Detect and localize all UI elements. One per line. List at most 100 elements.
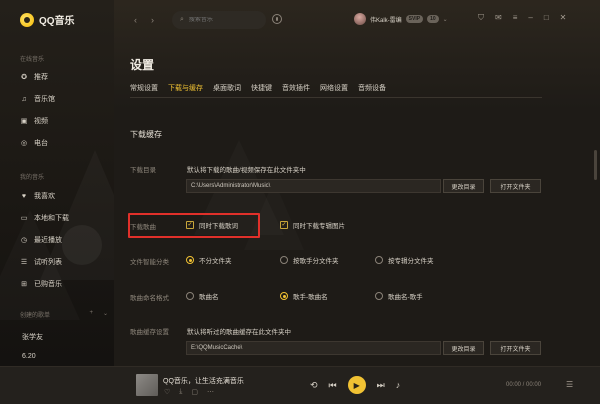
- sidebar-item-video[interactable]: ▣ 视频: [20, 114, 110, 128]
- window-controls: ⛉ ✉ ≡ – □ ✕: [478, 13, 566, 23]
- created-playlists-title: 创建的歌单: [20, 313, 51, 319]
- playback-controls: ⟲ ⏮ ▶ ⏭ ♪: [310, 376, 400, 394]
- radio-unselected-icon: [280, 256, 288, 264]
- play-button[interactable]: ▶: [347, 376, 366, 394]
- radio-by-album[interactable]: 按专辑分文件夹: [375, 255, 434, 265]
- section-title: 下载缓存: [130, 130, 162, 139]
- vip-badge[interactable]: SVIP: [405, 15, 424, 23]
- radio-by-singer[interactable]: 按歌手分文件夹: [280, 255, 339, 265]
- radio-song-singer[interactable]: 歌曲名-歌手: [375, 291, 423, 301]
- sidebar-item-music-hall[interactable]: ♫ 音乐馆: [20, 92, 110, 106]
- sidebar-item-label: 试听列表: [34, 259, 62, 266]
- comment-icon[interactable]: ▢: [191, 388, 198, 396]
- shirt-icon[interactable]: ⛉: [478, 13, 484, 23]
- level-badge[interactable]: 10: [427, 15, 439, 23]
- open-download-folder-button[interactable]: 打开文件夹: [490, 179, 541, 193]
- tab-audio-device[interactable]: 音频设备: [358, 83, 386, 98]
- download-dir-label: 下载目录: [130, 167, 156, 174]
- sidebar-item-label: 我喜欢: [34, 193, 55, 200]
- radio-song-name[interactable]: 歌曲名: [186, 291, 219, 301]
- minimize-icon[interactable]: –: [528, 13, 532, 23]
- app-name: QQ音乐: [39, 16, 75, 27]
- volume-icon[interactable]: ♪: [396, 380, 401, 390]
- tab-general[interactable]: 常规设置: [130, 83, 158, 98]
- download-cover-checkbox[interactable]: ✓ 同时下载专辑图片: [280, 220, 345, 230]
- previous-icon[interactable]: ⏮: [329, 380, 337, 391]
- voice-search-icon[interactable]: [272, 14, 282, 24]
- scrollbar[interactable]: [594, 150, 597, 180]
- change-download-dir-button[interactable]: 更改目录: [443, 179, 484, 193]
- loop-icon[interactable]: ⟲: [310, 380, 318, 391]
- sidebar-item-radio[interactable]: ◎ 电台: [20, 136, 110, 150]
- user-area[interactable]: 伟Kalk-雷编 SVIP 10 ⌄: [354, 13, 448, 25]
- radio-label: 按歌手分文件夹: [293, 258, 339, 265]
- history-nav: ‹ ›: [134, 15, 154, 25]
- page-title: 设置: [130, 58, 155, 72]
- radio-no-folder[interactable]: 不分文件夹: [186, 255, 232, 265]
- search-box[interactable]: ⌕: [172, 11, 266, 29]
- tab-network[interactable]: 网络设置: [320, 83, 348, 98]
- sidebar-item-label: 本地和下载: [34, 215, 69, 222]
- radio-unselected-icon: [186, 292, 194, 300]
- sidebar-item-purchased[interactable]: ⊞ 已购音乐: [20, 277, 110, 291]
- mail-icon[interactable]: ✉: [495, 13, 502, 23]
- add-playlist-button[interactable]: +: [89, 310, 93, 319]
- download-dir-path[interactable]: C:\Users\Administrator\Music\: [186, 179, 441, 193]
- radio-label: 歌手-歌曲名: [293, 294, 328, 301]
- playlist-item[interactable]: 6.20: [22, 353, 36, 360]
- qq-music-logo-icon: [20, 12, 34, 27]
- tab-divider: [130, 97, 542, 98]
- sidebar-item-local-download[interactable]: ▭ 本地和下载: [20, 211, 110, 225]
- tab-shortcuts[interactable]: 快捷键: [251, 83, 272, 98]
- sidebar-item-label: 最近播放: [34, 237, 62, 244]
- radio-label: 歌曲名: [199, 294, 219, 301]
- song-naming-label: 歌曲命名格式: [130, 295, 169, 302]
- tab-download-cache[interactable]: 下载与缓存: [168, 83, 203, 98]
- my-music-title: 我的音乐: [20, 175, 45, 181]
- next-icon[interactable]: ⏭: [377, 380, 385, 391]
- radio-unselected-icon: [375, 292, 383, 300]
- settings-icon[interactable]: ≡: [513, 13, 518, 23]
- song-title[interactable]: QQ音乐，让生活充满音乐: [163, 376, 244, 386]
- radio-singer-song[interactable]: 歌手-歌曲名: [280, 291, 328, 301]
- forward-arrow-icon[interactable]: ›: [151, 15, 154, 25]
- radio-icon: ◎: [20, 140, 28, 147]
- tab-sound-plugins[interactable]: 音效插件: [282, 83, 310, 98]
- cache-dir-path-text: E:\QQMusicCache\: [191, 345, 243, 351]
- created-playlists-header: 创建的歌单 + ⌄: [20, 310, 108, 319]
- search-input[interactable]: [188, 17, 259, 23]
- playlist-icon[interactable]: ☰: [566, 380, 573, 389]
- radio-label: 歌曲名-歌手: [388, 294, 423, 301]
- sidebar: QQ音乐 在线音乐 ✪ 推荐 ♫ 音乐馆 ▣ 视频 ◎ 电台 我的音乐 ♥ 我喜…: [0, 0, 114, 366]
- tab-desktop-lyrics[interactable]: 桌面歌词: [213, 83, 241, 98]
- avatar[interactable]: [354, 13, 366, 25]
- back-arrow-icon[interactable]: ‹: [134, 15, 137, 25]
- sidebar-item-label: 音乐馆: [34, 96, 55, 103]
- user-name[interactable]: 伟Kalk-雷编: [370, 15, 402, 24]
- settings-tabs: 常规设置 下载与缓存 桌面歌词 快捷键 音效插件 网络设置 音频设备: [130, 83, 386, 98]
- radio-selected-icon: [280, 292, 288, 300]
- sidebar-item-recent[interactable]: ◷ 最近播放: [20, 233, 110, 247]
- heart-icon[interactable]: ♡: [164, 388, 170, 396]
- download-icon[interactable]: ⤓: [179, 388, 182, 396]
- radio-selected-icon: [186, 256, 194, 264]
- sidebar-item-label: 推荐: [34, 74, 48, 81]
- sidebar-item-favorites[interactable]: ♥ 我喜欢: [20, 189, 110, 203]
- playlist-item[interactable]: 张学友: [22, 332, 43, 342]
- song-actions: ♡ ⤓ ▢ ⋯: [164, 388, 214, 396]
- sidebar-item-recommend[interactable]: ✪ 推荐: [20, 70, 110, 84]
- app-logo[interactable]: QQ音乐: [20, 12, 75, 27]
- star-icon: ✪: [21, 74, 27, 81]
- change-cache-dir-button[interactable]: 更改目录: [443, 341, 484, 355]
- chevron-down-icon[interactable]: ⌄: [103, 310, 108, 319]
- sidebar-item-trial-list[interactable]: ☰ 试听列表: [20, 255, 110, 269]
- cache-dir-path[interactable]: E:\QQMusicCache\: [186, 341, 441, 355]
- video-icon: ▣: [20, 118, 28, 125]
- more-icon[interactable]: ⋯: [207, 388, 214, 396]
- chevron-down-icon[interactable]: ⌄: [443, 16, 448, 23]
- close-icon[interactable]: ✕: [560, 13, 567, 23]
- album-cover[interactable]: [136, 374, 158, 396]
- open-cache-folder-button[interactable]: 打开文件夹: [490, 341, 541, 355]
- online-music-title: 在线音乐: [20, 57, 45, 63]
- maximize-icon[interactable]: □: [544, 13, 549, 23]
